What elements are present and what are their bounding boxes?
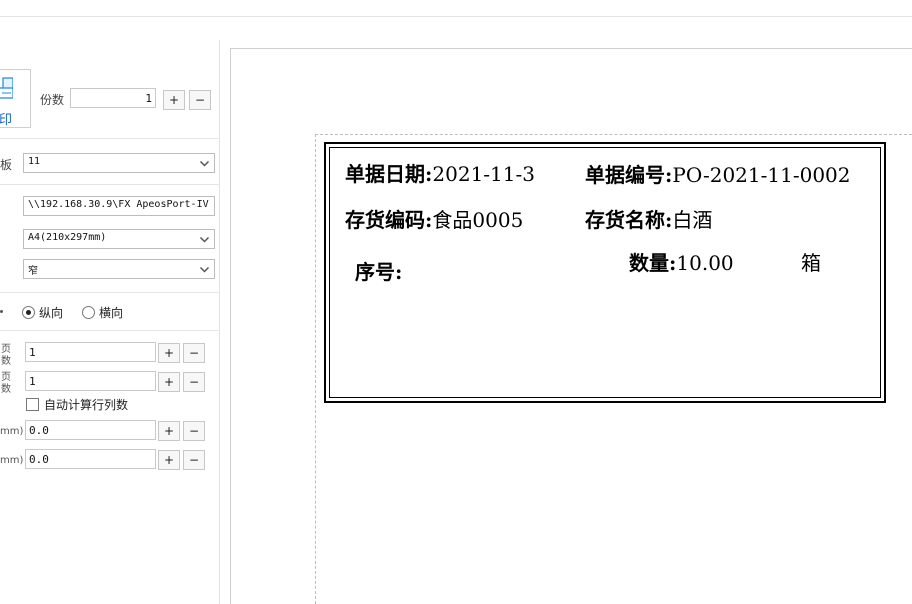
print-button[interactable]: 印 [0,69,31,128]
printer-select[interactable]: \\192.168.30.9\FX ApeosPort-IV C [23,196,215,216]
paper-size-select[interactable]: A4(210x297mm) [23,229,215,249]
margin-2-plus-button[interactable]: + [158,450,180,470]
item-name-key: 存货名称: [585,208,673,232]
doc-date-field: 单据日期:2021-11-3 [345,162,535,186]
paper-size-value: A4(210x297mm) [28,232,107,243]
copies-plus-button[interactable]: + [163,90,185,110]
divider [0,330,220,331]
margin-2-minus-button[interactable]: − [183,450,205,470]
panel-divider [219,40,220,604]
divider [0,184,220,185]
divider [0,138,220,139]
margin-2-label: mm) [0,455,24,466]
orientation-portrait-label: 纵向 [39,306,64,320]
chevron-down-icon [199,160,210,167]
orientation-landscape-radio[interactable]: 横向 [82,304,123,321]
item-name-value: 白酒 [672,208,713,232]
checkbox-unchecked-icon [26,398,39,411]
item-name-field: 存货名称:白酒 [585,208,712,232]
item-code-value: 食品0005 [432,208,524,232]
quantity-field: 数量:10.00 [629,251,734,275]
copies-label: 份数 [40,93,65,107]
cols-label-line2: 数 [1,384,11,395]
quantity-key: 数量: [629,251,677,275]
margin-2-input[interactable] [25,449,156,469]
orientation-portrait-radio[interactable]: 纵向 [22,304,63,321]
template-label: 板 [0,158,13,172]
paper-mode-value: 窄 [28,266,38,277]
top-toolbar [0,0,912,17]
print-button-label: 印 [0,113,13,128]
template-select[interactable]: 11 [23,153,215,173]
orientation-marker [0,310,3,313]
item-code-key: 存货编码: [345,208,433,232]
cols-minus-button[interactable]: − [183,372,205,392]
orientation-landscape-label: 横向 [99,306,124,320]
item-code-field: 存货编码:食品0005 [345,208,523,232]
cols-per-page-input[interactable] [25,371,156,391]
doc-no-field: 单据编号:PO-2021-11-0002 [585,163,851,187]
rows-per-page-input[interactable] [25,342,156,362]
template-select-value: 11 [28,156,41,167]
doc-date-key: 单据日期: [345,162,433,186]
cols-plus-button[interactable]: + [158,372,180,392]
auto-calc-checkbox[interactable]: 自动计算行列数 [26,396,128,413]
rows-label-line2: 数 [1,356,11,367]
serial-key: 序号: [355,260,403,284]
doc-no-value: PO-2021-11-0002 [672,163,851,187]
radio-unselected-icon [82,306,95,319]
auto-calc-label: 自动计算行列数 [44,398,129,412]
printer-select-value: \\192.168.30.9\FX ApeosPort-IV C [28,199,215,210]
doc-no-key: 单据编号: [585,163,673,187]
paper-mode-select[interactable]: 窄 [23,259,215,279]
chevron-down-icon [199,236,210,243]
chevron-down-icon [199,266,210,273]
label-preview: 单据日期:2021-11-3 单据编号:PO-2021-11-0002 存货编码… [324,142,886,403]
divider [0,292,220,293]
radio-selected-icon [22,306,35,319]
rows-plus-button[interactable]: + [158,343,180,363]
margin-1-input[interactable] [25,420,156,440]
margin-1-label: mm) [0,426,24,437]
margin-1-minus-button[interactable]: − [183,421,205,441]
copies-input[interactable] [70,88,156,108]
doc-date-value: 2021-11-3 [432,162,535,186]
quantity-unit: 箱 [801,251,821,275]
serial-field: 序号: [355,260,402,284]
quantity-unit-value: 箱 [801,251,821,275]
quantity-value: 10.00 [676,251,734,275]
rows-minus-button[interactable]: − [183,343,205,363]
margin-1-plus-button[interactable]: + [158,421,180,441]
printer-icon [0,72,14,105]
copies-minus-button[interactable]: − [189,90,211,110]
